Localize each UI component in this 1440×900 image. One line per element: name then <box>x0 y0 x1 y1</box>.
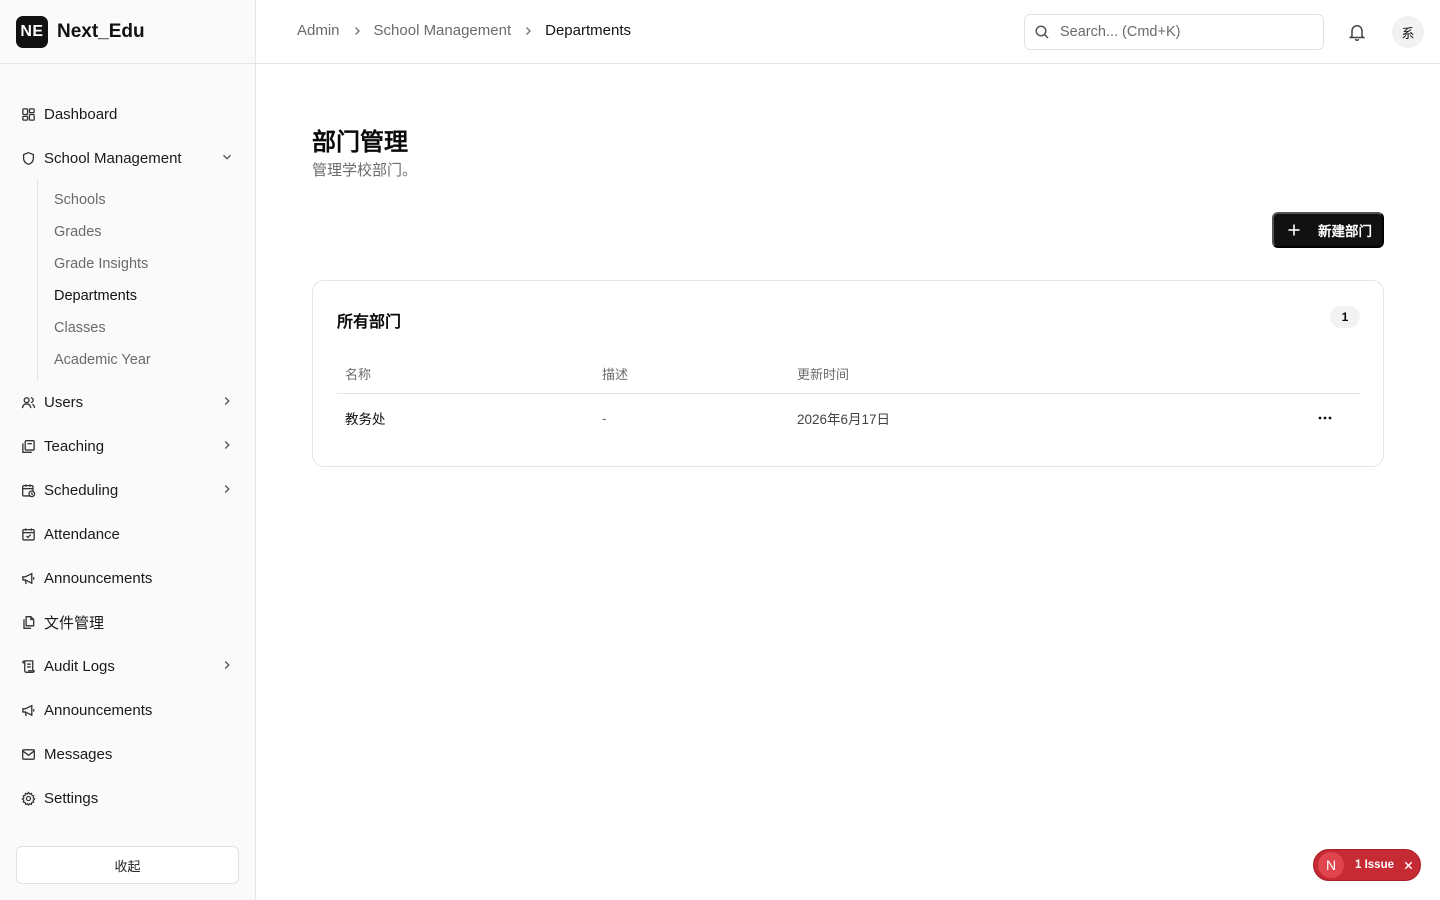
shield-icon <box>20 150 36 166</box>
chevron-right-icon <box>351 25 363 37</box>
issue-count: 1 Issue <box>1355 859 1394 871</box>
page-subtitle: 管理学校部门。 <box>312 162 418 179</box>
sidebar-item-label: Announcements <box>44 569 153 587</box>
chevron-right-icon <box>224 397 230 405</box>
calendar-clock-icon <box>20 482 36 498</box>
card-title: 所有部门 <box>337 314 402 331</box>
breadcrumb-admin[interactable]: Admin <box>297 22 340 39</box>
bell-icon[interactable] <box>1347 22 1367 42</box>
sidebar-item-label: Settings <box>44 789 99 807</box>
sidebar-item-label: Teaching <box>44 437 105 455</box>
sidebar-item-dashboard[interactable]: Dashboard <box>8 92 248 136</box>
issue-logo: N <box>1318 852 1344 878</box>
book-icon <box>20 438 36 454</box>
sidebar: NE Next_Edu Dashboard School Management … <box>0 0 256 900</box>
sidebar-item-label: School Management <box>44 149 182 167</box>
sidebar-item-audit-logs[interactable]: Audit Logs <box>8 644 248 688</box>
sidebar-item-label: 文件管理 <box>44 614 105 632</box>
sidebar-item-attendance[interactable]: Attendance <box>8 512 248 556</box>
column-header-description: 描述 <box>602 366 629 382</box>
more-actions-icon[interactable] <box>1315 408 1335 428</box>
sidebar-item-scheduling[interactable]: Scheduling <box>8 468 248 512</box>
sidebar-item-label: Dashboard <box>44 105 118 123</box>
breadcrumb-school-management[interactable]: School Management <box>374 22 512 39</box>
chevron-right-icon <box>224 485 230 493</box>
sidebar-item-file-management[interactable]: 文件管理 <box>8 600 248 644</box>
breadcrumb-departments: Departments <box>545 22 631 39</box>
avatar[interactable]: 系 <box>1392 16 1424 48</box>
close-icon[interactable] <box>1401 858 1415 872</box>
count-badge: 1 <box>1330 306 1360 328</box>
megaphone-icon <box>20 570 36 586</box>
issue-badge[interactable]: N 1 Issue <box>1313 849 1421 881</box>
sidebar-item-label: Attendance <box>44 525 120 543</box>
sidebar-subitem-grade-insights[interactable]: Grade Insights <box>54 248 248 280</box>
column-header-name: 名称 <box>345 366 372 382</box>
sidebar-item-users[interactable]: Users <box>8 380 248 424</box>
school-management-submenu: Schools Grades Grade Insights Department… <box>37 180 248 380</box>
sidebar-nav: Dashboard School Management Schools Grad… <box>8 92 248 820</box>
cell-updated: 2026年6月17日 <box>797 412 891 427</box>
mail-icon <box>20 746 36 762</box>
scroll-icon <box>20 658 36 674</box>
sidebar-item-school-management[interactable]: School Management <box>8 136 248 180</box>
gear-icon <box>20 790 36 806</box>
chevron-right-icon <box>522 25 534 37</box>
page-title: 部门管理 <box>312 129 408 156</box>
search-input[interactable] <box>1060 24 1310 40</box>
sidebar-item-label: Messages <box>44 745 113 763</box>
sidebar-item-label: Scheduling <box>44 481 119 499</box>
megaphone-icon <box>20 702 36 718</box>
sidebar-item-settings[interactable]: Settings <box>8 776 248 820</box>
new-department-label: 新建部门 <box>1318 224 1372 239</box>
sidebar-subitem-classes[interactable]: Classes <box>54 312 248 344</box>
brand-name: Next_Edu <box>57 20 145 42</box>
collapse-sidebar-button[interactable]: 收起 <box>16 846 239 884</box>
new-department-button[interactable]: 新建部门 <box>1272 212 1384 248</box>
top-header: Admin School Management Departments 系 <box>256 0 1440 64</box>
sidebar-subitem-schools[interactable]: Schools <box>54 184 248 216</box>
sidebar-item-announcements[interactable]: Announcements <box>8 556 248 600</box>
plus-icon <box>1288 224 1300 236</box>
column-header-updated: 更新时间 <box>797 366 850 382</box>
sidebar-subitem-departments[interactable]: Departments <box>54 280 248 312</box>
search-box[interactable] <box>1024 14 1324 50</box>
users-icon <box>20 394 36 410</box>
chevron-down-icon <box>223 154 231 160</box>
breadcrumb: Admin School Management Departments <box>297 22 631 39</box>
chevron-right-icon <box>224 661 230 669</box>
departments-table: 名称 描述 更新时间 教务处 - 2026年6月17日 <box>337 353 1361 442</box>
sidebar-item-teaching[interactable]: Teaching <box>8 424 248 468</box>
sidebar-item-announcements-2[interactable]: Announcements <box>8 688 248 732</box>
sidebar-item-messages[interactable]: Messages <box>8 732 248 776</box>
brand[interactable]: NE Next_Edu <box>0 0 255 64</box>
sidebar-subitem-grades[interactable]: Grades <box>54 216 248 248</box>
departments-card: 所有部门 1 名称 描述 更新时间 教务处 - 2026年6月17日 <box>312 280 1384 467</box>
brand-logo: NE <box>16 15 48 48</box>
sidebar-subitem-academic-year[interactable]: Academic Year <box>54 344 248 376</box>
sidebar-item-label: Audit Logs <box>44 657 115 675</box>
sidebar-item-label: Users <box>44 393 84 411</box>
table-row[interactable]: 教务处 - 2026年6月17日 <box>337 394 1361 442</box>
cell-description: - <box>602 410 607 426</box>
table-header: 名称 描述 更新时间 <box>337 353 1361 394</box>
sidebar-item-label: Announcements <box>44 701 153 719</box>
search-icon <box>1035 25 1049 39</box>
calendar-check-icon <box>20 526 36 542</box>
dashboard-icon <box>20 106 36 122</box>
cell-name: 教务处 <box>345 412 386 427</box>
chevron-right-icon <box>224 441 230 449</box>
files-icon <box>20 614 36 630</box>
